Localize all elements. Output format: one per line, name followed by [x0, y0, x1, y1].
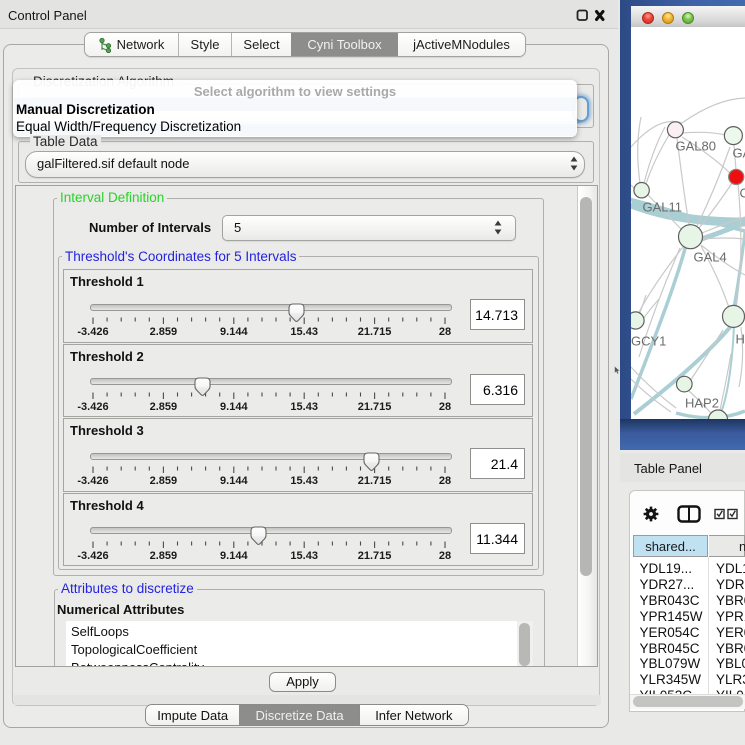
svg-text:GA: GA [733, 146, 745, 161]
svg-text:GAL80: GAL80 [676, 139, 716, 154]
svg-text:GAL11: GAL11 [643, 200, 683, 215]
svg-text:GAL4: GAL4 [694, 250, 727, 265]
svg-text:GCY1: GCY1 [631, 334, 666, 349]
svg-text:HAP2: HAP2 [685, 396, 719, 411]
svg-text:H: H [736, 332, 745, 347]
svg-text:C: C [740, 186, 745, 201]
